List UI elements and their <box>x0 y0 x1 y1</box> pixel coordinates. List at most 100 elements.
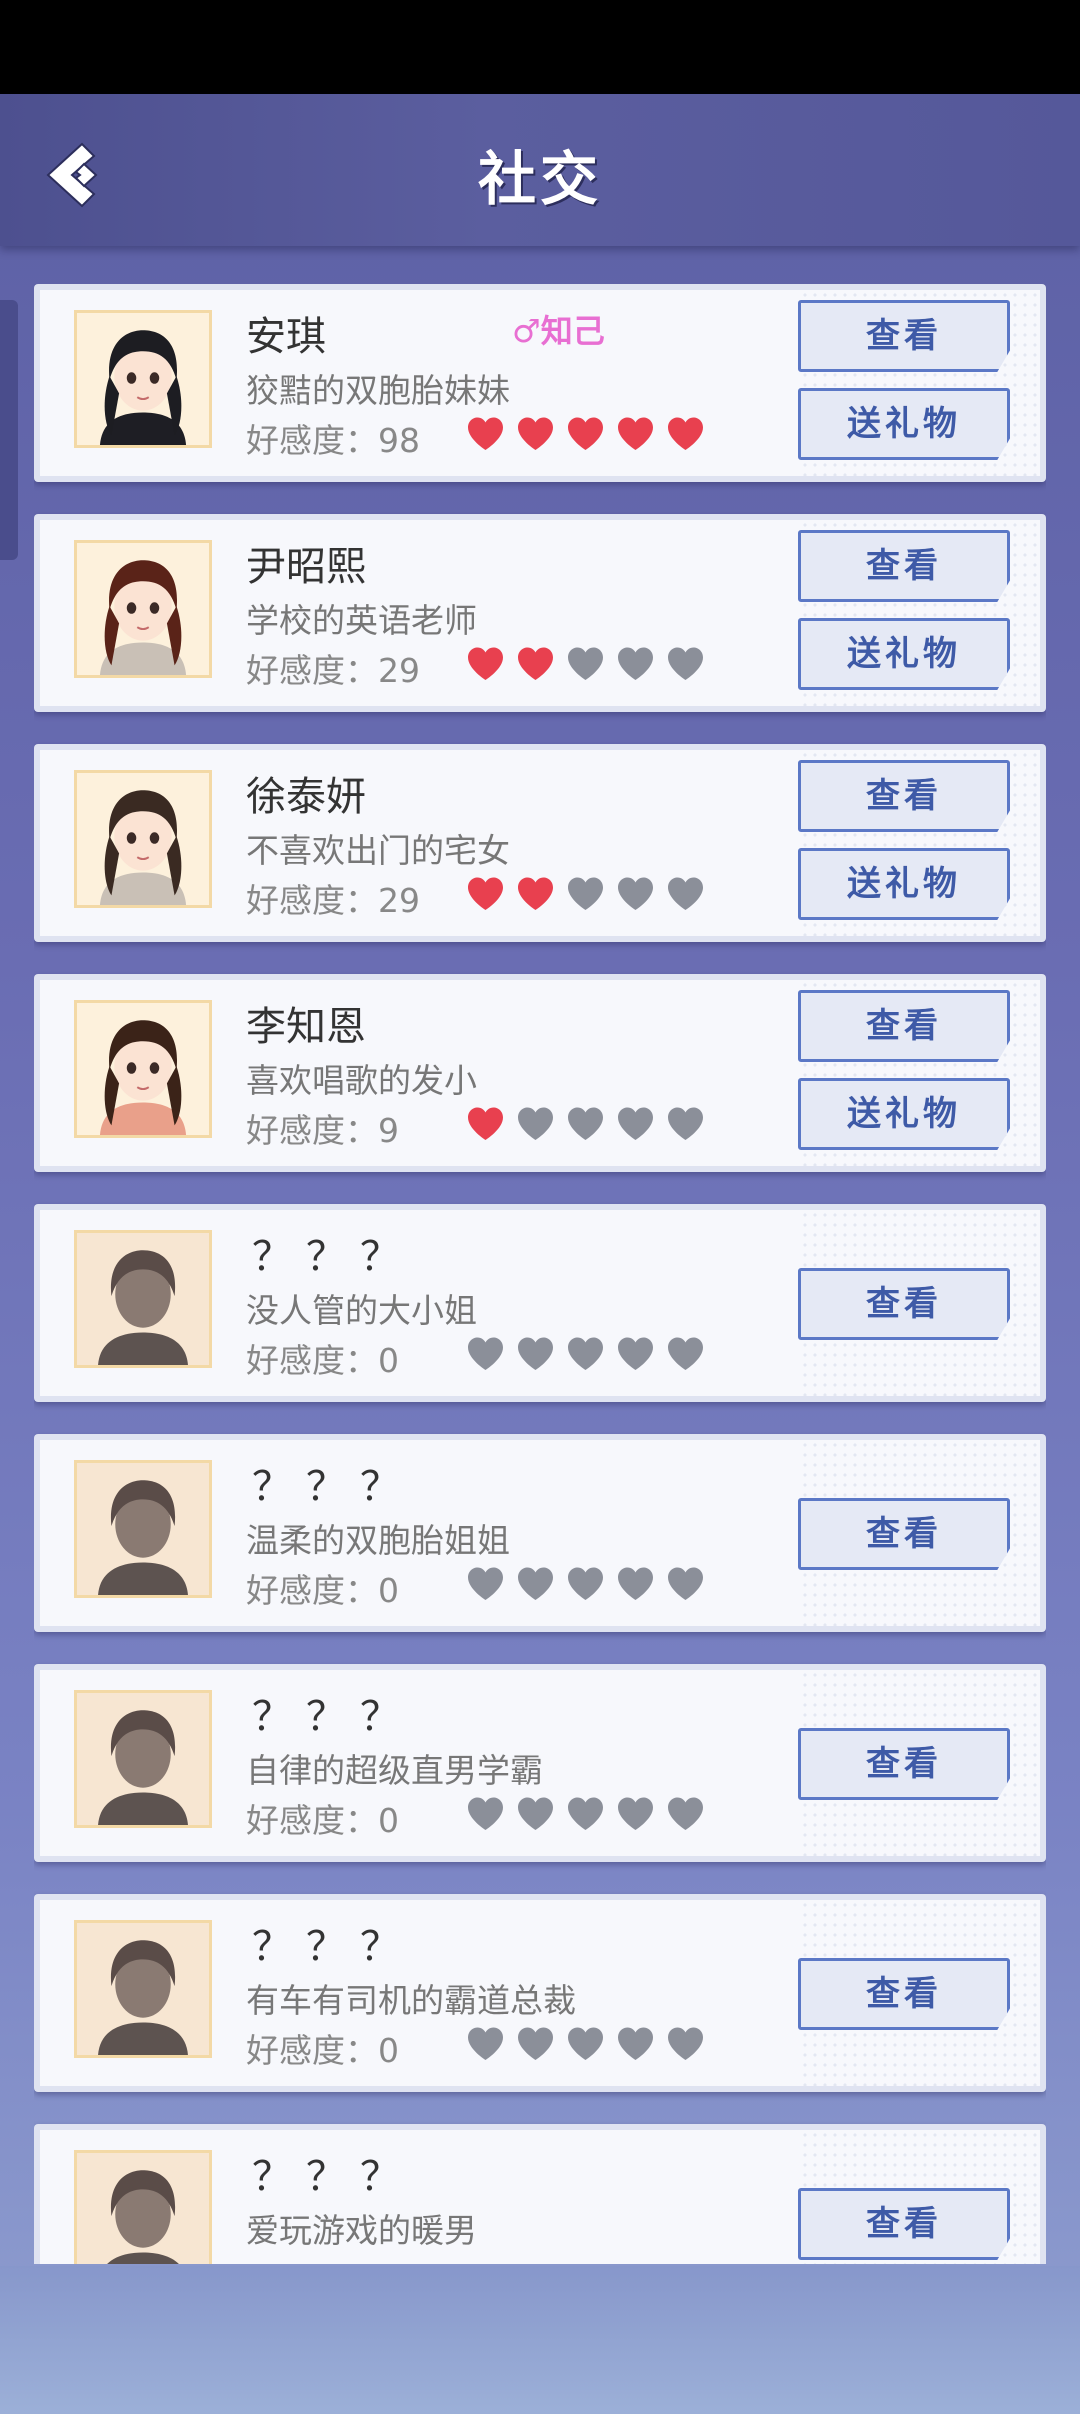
character-avatar <box>74 1000 212 1138</box>
affection-hearts <box>466 646 705 686</box>
character-card: 安琪 狡黠的双胞胎妹妹 好感度：98 ♂知己 查看送礼物 <box>34 284 1046 482</box>
heart-icon <box>568 877 603 910</box>
heart-icon <box>468 417 503 450</box>
affection-label: 好感度：9 <box>246 1111 399 1150</box>
heart-icon <box>518 1107 553 1140</box>
character-card: ？？？ 爱玩游戏的暖男 查看 <box>34 2124 1046 2264</box>
heart-icon <box>518 647 553 680</box>
character-avatar <box>74 1690 212 1828</box>
character-description: 学校的英语老师 <box>246 601 477 640</box>
view-button[interactable]: 查看 <box>798 300 1010 372</box>
character-card: 李知恩 喜欢唱歌的发小 好感度：9 查看送礼物 <box>34 974 1046 1172</box>
heart-icon <box>668 417 703 450</box>
affection-label: 好感度：0 <box>246 1801 399 1840</box>
character-avatar <box>74 1460 212 1598</box>
view-button[interactable]: 查看 <box>798 1728 1010 1800</box>
heart-icon <box>568 417 603 450</box>
affection-label: 好感度：0 <box>246 1571 399 1610</box>
character-name: 徐泰妍 <box>246 774 366 820</box>
heart-icon <box>568 1567 603 1600</box>
character-card: 尹昭熙 学校的英语老师 好感度：29 查看送礼物 <box>34 514 1046 712</box>
heart-icon <box>568 2027 603 2060</box>
heart-icon <box>468 2027 503 2060</box>
heart-icon <box>668 1797 703 1830</box>
view-button[interactable]: 查看 <box>798 760 1010 832</box>
character-avatar <box>74 770 212 908</box>
view-button[interactable]: 查看 <box>798 1498 1010 1570</box>
character-description: 喜欢唱歌的发小 <box>246 1061 477 1100</box>
character-card: ？？？ 有车有司机的霸道总裁 好感度：0 查看 <box>34 1894 1046 2092</box>
character-card: ？？？ 自律的超级直男学霸 好感度：0 查看 <box>34 1664 1046 1862</box>
heart-icon <box>668 1567 703 1600</box>
heart-icon <box>568 1107 603 1140</box>
send-gift-button[interactable]: 送礼物 <box>798 1078 1010 1150</box>
affection-label: 好感度：0 <box>246 2031 399 2070</box>
character-avatar <box>74 2150 212 2264</box>
heart-icon <box>668 2027 703 2060</box>
heart-icon <box>568 1337 603 1370</box>
character-name: 尹昭熙 <box>246 544 366 590</box>
bottom-bar <box>0 2266 1080 2414</box>
character-card: 徐泰妍 不喜欢出门的宅女 好感度：29 查看送礼物 <box>34 744 1046 942</box>
heart-icon <box>668 1337 703 1370</box>
heart-icon <box>468 1107 503 1140</box>
heart-icon <box>468 1567 503 1600</box>
status-bar <box>0 0 1080 94</box>
view-button[interactable]: 查看 <box>798 530 1010 602</box>
affection-label: 好感度：29 <box>246 881 420 920</box>
page-title: 社交 <box>477 145 602 213</box>
heart-icon <box>468 1337 503 1370</box>
character-description: 狡黠的双胞胎妹妹 <box>246 371 510 410</box>
affection-hearts <box>466 876 705 916</box>
side-tab[interactable] <box>0 300 18 560</box>
affection-hearts <box>466 1566 705 1606</box>
character-description: 温柔的双胞胎姐姐 <box>246 1521 510 1560</box>
heart-icon <box>618 1107 653 1140</box>
heart-icon <box>468 877 503 910</box>
heart-icon <box>568 647 603 680</box>
heart-icon <box>618 1797 653 1830</box>
heart-icon <box>618 1567 653 1600</box>
character-avatar <box>74 310 212 448</box>
send-gift-button[interactable]: 送礼物 <box>798 848 1010 920</box>
heart-icon <box>568 1797 603 1830</box>
character-avatar <box>74 1920 212 2058</box>
heart-icon <box>518 2027 553 2060</box>
top-bar: 社交 <box>0 94 1080 246</box>
character-avatar <box>74 540 212 678</box>
character-description: 不喜欢出门的宅女 <box>246 831 510 870</box>
affection-hearts <box>466 1106 705 1146</box>
character-description: 有车有司机的霸道总裁 <box>246 1981 576 2020</box>
character-description: 没人管的大小姐 <box>246 1291 477 1330</box>
heart-icon <box>518 1337 553 1370</box>
heart-icon <box>618 417 653 450</box>
view-button[interactable]: 查看 <box>798 1268 1010 1340</box>
heart-icon <box>618 647 653 680</box>
affection-hearts <box>466 1336 705 1376</box>
heart-icon <box>468 1797 503 1830</box>
view-button[interactable]: 查看 <box>798 1958 1010 2030</box>
view-button[interactable]: 查看 <box>798 990 1010 1062</box>
relationship-tag: ♂知己 <box>512 312 605 350</box>
view-button[interactable]: 查看 <box>798 2188 1010 2260</box>
character-name: 安琪 <box>246 314 326 360</box>
character-name: ？？？ <box>252 1694 414 1740</box>
heart-icon <box>518 1567 553 1600</box>
heart-icon <box>668 1107 703 1140</box>
send-gift-button[interactable]: 送礼物 <box>798 388 1010 460</box>
affection-label: 好感度：29 <box>246 651 420 690</box>
send-gift-button[interactable]: 送礼物 <box>798 618 1010 690</box>
affection-label: 好感度：0 <box>246 1341 399 1380</box>
character-list[interactable]: 安琪 狡黠的双胞胎妹妹 好感度：98 ♂知己 查看 送礼物 尹昭熙 学校的英语老师 好感度… <box>34 284 1046 2264</box>
character-name: ？？？ <box>252 2154 414 2200</box>
character-card: ？？？ 没人管的大小姐 好感度：0 查看 <box>34 1204 1046 1402</box>
heart-icon <box>618 877 653 910</box>
affection-label: 好感度：98 <box>246 421 420 460</box>
character-name: 李知恩 <box>246 1004 366 1050</box>
character-description: 爱玩游戏的暖男 <box>246 2211 477 2250</box>
heart-icon <box>468 647 503 680</box>
heart-icon <box>618 1337 653 1370</box>
affection-hearts <box>466 1796 705 1836</box>
character-name: ？？？ <box>252 1234 414 1280</box>
heart-icon <box>668 647 703 680</box>
